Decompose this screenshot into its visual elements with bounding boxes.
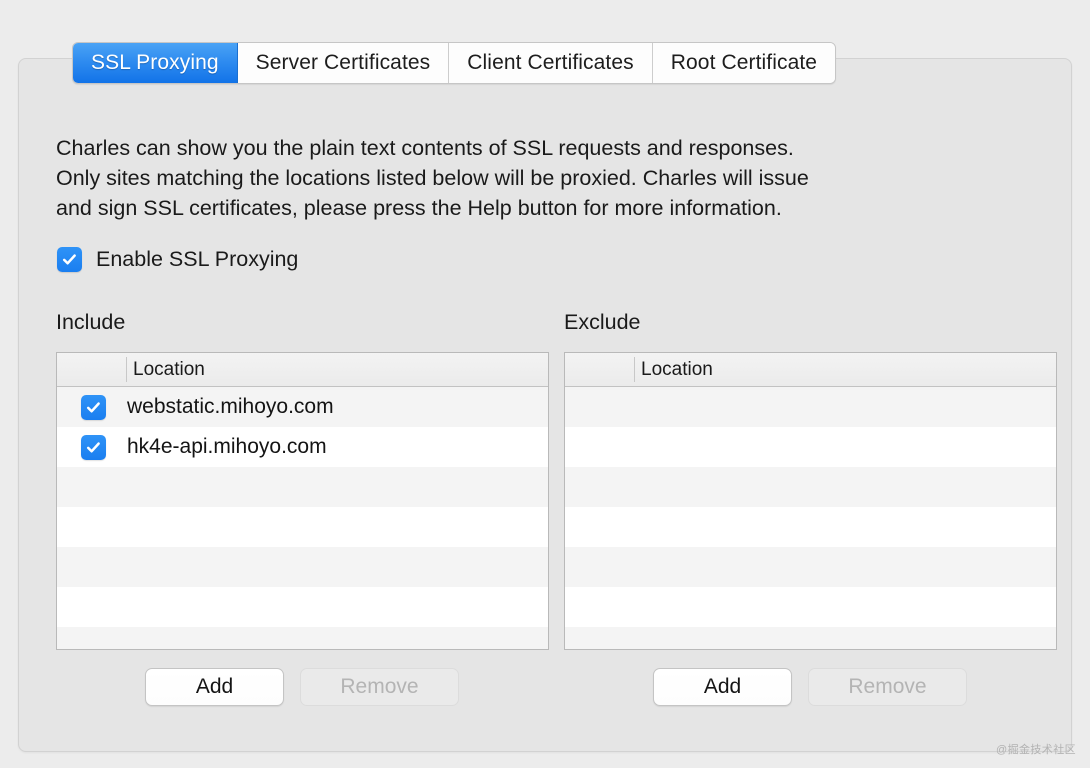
tab-ssl-proxying-label: SSL Proxying bbox=[91, 51, 219, 74]
table-row-empty[interactable] bbox=[57, 587, 548, 627]
table-row[interactable]: hk4e-api.mihoyo.com bbox=[57, 427, 548, 467]
tab-server-certificates[interactable]: Server Certificates bbox=[237, 43, 450, 83]
exclude-remove-button[interactable]: Remove bbox=[808, 668, 967, 706]
enable-ssl-proxying-row[interactable]: Enable SSL Proxying bbox=[57, 247, 298, 272]
description-line-1: Charles can show you the plain text cont… bbox=[56, 136, 794, 160]
exclude-column-divider bbox=[634, 357, 635, 382]
tab-server-certificates-label: Server Certificates bbox=[255, 51, 431, 74]
table-row-empty[interactable] bbox=[565, 387, 1056, 427]
table-row-empty[interactable] bbox=[565, 587, 1056, 627]
include-column-divider bbox=[126, 357, 127, 382]
tab-bar: SSL Proxying Server Certificates Client … bbox=[72, 42, 837, 84]
include-row-checkbox-1[interactable] bbox=[81, 434, 106, 460]
description-line-3: and sign SSL certificates, please press … bbox=[56, 196, 782, 220]
include-table[interactable]: Location webstatic.mihoyo.com hk4e-api.m… bbox=[56, 352, 549, 650]
include-column-header-location: Location bbox=[133, 358, 205, 380]
table-row-empty[interactable] bbox=[57, 547, 548, 587]
exclude-add-button[interactable]: Add bbox=[653, 668, 792, 706]
description-text: Charles can show you the plain text cont… bbox=[56, 133, 1046, 223]
exclude-section-title: Exclude bbox=[564, 310, 641, 334]
table-row-empty[interactable] bbox=[57, 467, 548, 507]
table-row-empty[interactable] bbox=[565, 467, 1056, 507]
tab-client-certificates-label: Client Certificates bbox=[467, 51, 634, 74]
tab-client-certificates[interactable]: Client Certificates bbox=[449, 43, 653, 83]
watermark: @掘金技术社区 bbox=[996, 744, 1076, 756]
table-row-empty[interactable] bbox=[565, 507, 1056, 547]
table-row-empty[interactable] bbox=[565, 427, 1056, 467]
table-row-empty[interactable] bbox=[565, 627, 1056, 649]
tab-root-certificate[interactable]: Root Certificate bbox=[652, 43, 836, 83]
enable-ssl-proxying-label: Enable SSL Proxying bbox=[96, 247, 299, 271]
tab-ssl-proxying[interactable]: SSL Proxying bbox=[73, 43, 238, 83]
exclude-remove-label: Remove bbox=[848, 675, 927, 698]
enable-ssl-proxying-checkbox[interactable] bbox=[57, 247, 82, 272]
include-table-header: Location bbox=[57, 353, 548, 387]
include-row-checkbox-0[interactable] bbox=[81, 394, 106, 420]
tab-root-certificate-label: Root Certificate bbox=[670, 51, 818, 74]
include-row-location-1: hk4e-api.mihoyo.com bbox=[127, 435, 327, 458]
table-row-empty[interactable] bbox=[57, 507, 548, 547]
table-row-empty[interactable] bbox=[57, 627, 548, 649]
ssl-proxying-settings-window: SSL Proxying Server Certificates Client … bbox=[0, 0, 1090, 768]
description-line-2: Only sites matching the locations listed… bbox=[56, 166, 809, 190]
include-row-location-0: webstatic.mihoyo.com bbox=[127, 395, 334, 418]
include-add-label: Add bbox=[195, 675, 234, 698]
include-remove-label: Remove bbox=[340, 675, 419, 698]
include-add-button[interactable]: Add bbox=[145, 668, 284, 706]
table-row-empty[interactable] bbox=[565, 547, 1056, 587]
exclude-add-label: Add bbox=[703, 675, 742, 698]
include-table-body: webstatic.mihoyo.com hk4e-api.mihoyo.com bbox=[57, 387, 548, 649]
include-remove-button[interactable]: Remove bbox=[300, 668, 459, 706]
exclude-table-body bbox=[565, 387, 1056, 649]
exclude-column-header-location: Location bbox=[641, 358, 713, 380]
exclude-table-header: Location bbox=[565, 353, 1056, 387]
table-row[interactable]: webstatic.mihoyo.com bbox=[57, 387, 548, 427]
exclude-table[interactable]: Location bbox=[564, 352, 1057, 650]
include-section-title: Include bbox=[56, 310, 126, 334]
